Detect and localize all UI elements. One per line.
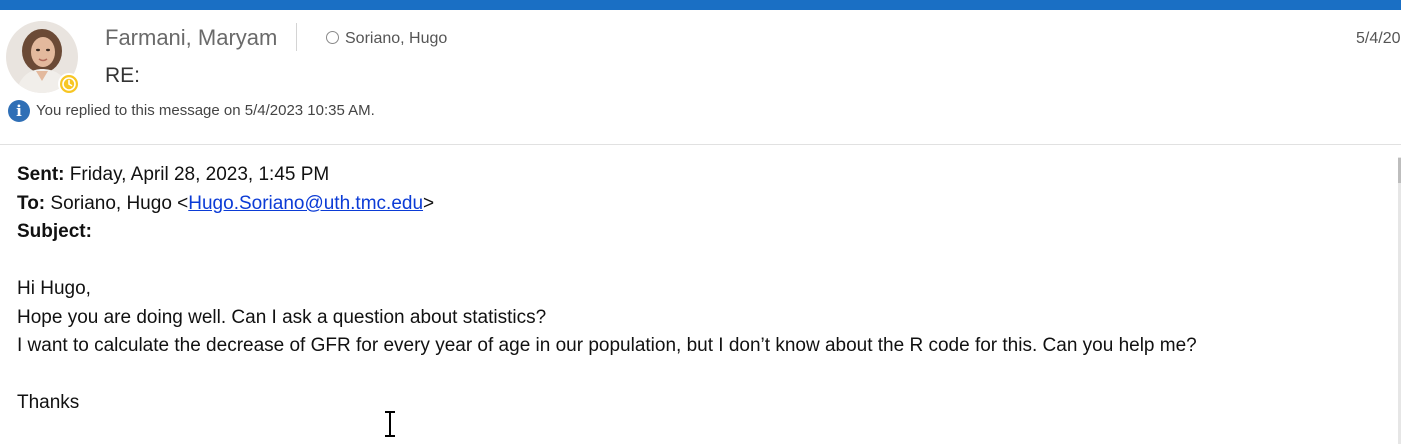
header-divider — [296, 23, 297, 51]
body-text-line-2: I want to calculate the decrease of GFR … — [17, 335, 1197, 356]
message-subject: RE: — [105, 64, 141, 87]
reply-info-text: You replied to this message on 5/4/2023 … — [36, 102, 375, 119]
recipient-email-link[interactable]: Hugo.Soriano@uth.tmc.edu — [188, 193, 423, 214]
sender-name[interactable]: Farmani, Maryam — [105, 24, 277, 52]
info-icon: i — [8, 100, 30, 122]
to-name: Soriano, Hugo < — [45, 193, 189, 214]
sent-line: Sent: Friday, April 28, 2023, 1:45 PM — [17, 163, 329, 187]
subject-label: Subject: — [17, 221, 92, 242]
subject-line: Subject: — [17, 220, 92, 244]
sent-label: Sent: — [17, 164, 65, 185]
body-text-line-1: Hope you are doing well. Can I ask a que… — [17, 307, 547, 328]
window-accent-bar — [0, 0, 1401, 10]
received-date: 5/4/20 — [1356, 30, 1401, 47]
recipient-name[interactable]: Soriano, Hugo — [345, 30, 447, 48]
header-separator — [0, 144, 1401, 145]
greeting-text: Hi Hugo, — [17, 278, 91, 299]
closing-text: Thanks — [17, 392, 80, 413]
text-cursor-icon — [380, 409, 400, 439]
to-close: > — [423, 193, 435, 214]
to-label: To: — [17, 193, 46, 214]
presence-circle-icon — [326, 31, 339, 44]
to-line: To: Soriano, Hugo <Hugo.Soriano@uth.tmc.… — [17, 192, 434, 216]
sent-value: Friday, April 28, 2023, 1:45 PM — [64, 164, 330, 185]
clock-away-icon — [58, 73, 80, 95]
